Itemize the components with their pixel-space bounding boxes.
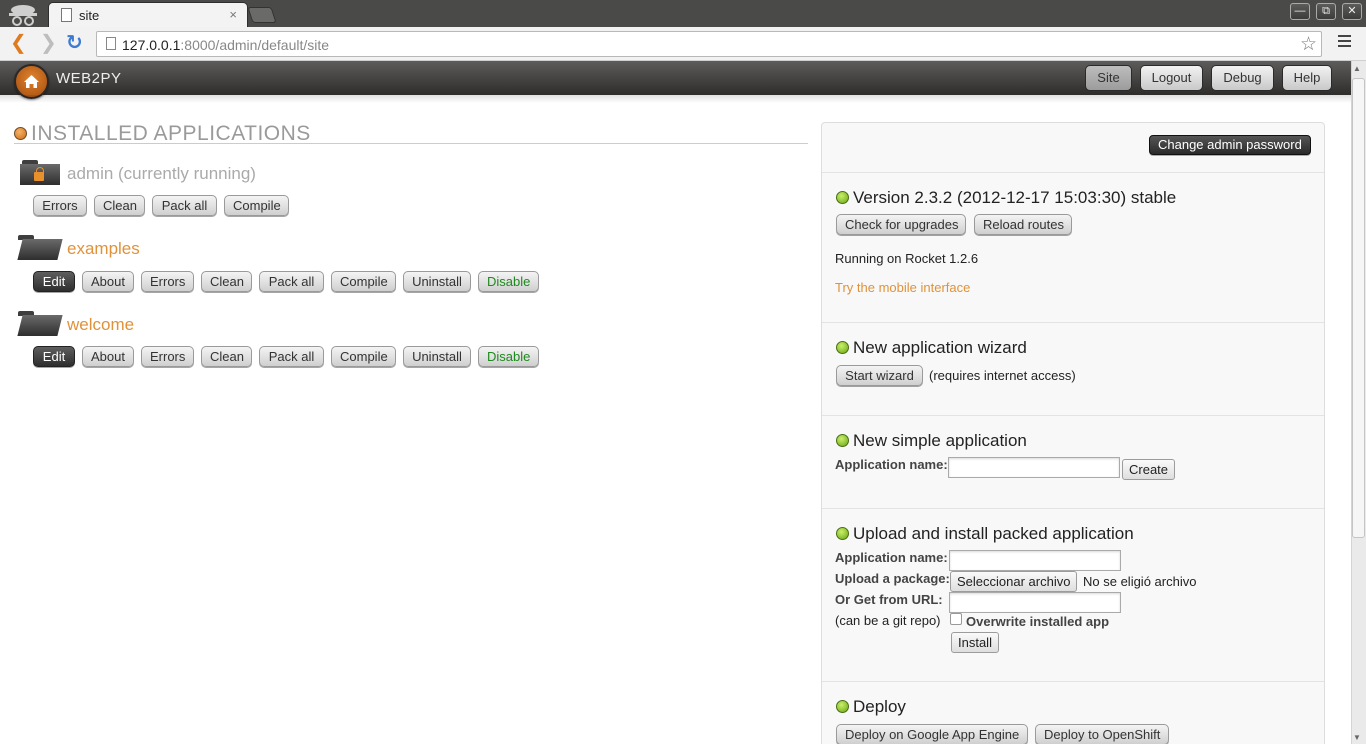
back-arrow-icon[interactable]: ❮: [10, 32, 27, 54]
create-button[interactable]: Create: [1122, 459, 1176, 480]
scroll-down-icon[interactable]: ▼: [1353, 733, 1361, 742]
orange-bullet-icon: [14, 127, 27, 140]
running-on-text: Running on Rocket 1.2.6: [835, 251, 979, 266]
close-window-button[interactable]: ✕: [1342, 3, 1362, 20]
forward-arrow-icon[interactable]: ❯: [40, 32, 57, 54]
tab-title: site: [79, 8, 100, 23]
nav-help-button[interactable]: Help: [1282, 65, 1332, 91]
welcome-compile-button[interactable]: Compile: [331, 346, 396, 367]
reload-routes-button[interactable]: Reload routes: [974, 214, 1072, 235]
new-tab-button[interactable]: [247, 7, 277, 23]
web2py-header: WEB2PY Site Logout Debug Help: [0, 61, 1351, 103]
minimize-button[interactable]: —: [1290, 3, 1310, 20]
get-from-url-input[interactable]: [949, 592, 1121, 613]
panel-divider: [822, 415, 1324, 416]
admin-errors-button[interactable]: Errors: [33, 195, 87, 216]
upload-package-label: Upload a package:: [835, 571, 950, 586]
welcome-disable-button[interactable]: Disable: [478, 346, 539, 367]
page-icon: [61, 8, 72, 22]
panel-divider: [822, 508, 1324, 509]
examples-errors-button[interactable]: Errors: [141, 271, 194, 292]
wizard-note: (requires internet access): [929, 368, 1076, 383]
green-bullet-icon: [836, 191, 849, 204]
upload-app-name-input[interactable]: [949, 550, 1121, 571]
page-icon: [106, 37, 116, 50]
green-bullet-icon: [836, 434, 849, 447]
examples-uninstall-button[interactable]: Uninstall: [403, 271, 471, 292]
simple-app-heading: New simple application: [853, 431, 1027, 450]
bookmark-star-icon[interactable]: ☆: [1300, 33, 1317, 56]
overwrite-label: Overwrite installed app: [966, 614, 1110, 629]
scroll-up-icon[interactable]: ▲: [1353, 64, 1361, 73]
url-text: 127.0.0.1:8000/admin/default/site: [122, 37, 330, 53]
browser-toolbar: ❮ ❯ ↻ 127.0.0.1:8000/admin/default/site …: [0, 27, 1366, 61]
admin-compile-button[interactable]: Compile: [224, 195, 289, 216]
address-bar[interactable]: 127.0.0.1:8000/admin/default/site ☆: [96, 31, 1322, 57]
reload-icon[interactable]: ↻: [66, 32, 83, 54]
check-for-upgrades-button[interactable]: Check for upgrades: [836, 214, 966, 235]
upload-app-name-label: Application name:: [835, 550, 948, 565]
mobile-interface-link[interactable]: Try the mobile interface: [835, 280, 970, 295]
version-heading: Version 2.3.2 (2012-12-17 15:03:30) stab…: [853, 188, 1177, 207]
panel-divider: [822, 172, 1324, 173]
browser-tabstrip: site × — ⧉ ✕: [0, 0, 1366, 27]
overwrite-checkbox[interactable]: [950, 613, 962, 625]
green-bullet-icon: [836, 527, 849, 540]
web2py-logo: WEB2PY: [56, 70, 122, 87]
admin-clean-button[interactable]: Clean: [94, 195, 145, 216]
welcome-errors-button[interactable]: Errors: [141, 346, 194, 367]
browser-tab-site[interactable]: site ×: [48, 2, 248, 27]
welcome-edit-button[interactable]: Edit: [33, 346, 75, 367]
open-folder-icon: [16, 235, 63, 261]
tab-close-icon[interactable]: ×: [229, 7, 237, 22]
get-from-url-label: Or Get from URL:: [835, 592, 943, 607]
home-button[interactable]: [14, 64, 49, 99]
green-bullet-icon: [836, 700, 849, 713]
installed-applications-heading: INSTALLED APPLICATIONS: [14, 122, 808, 145]
welcome-clean-button[interactable]: Clean: [201, 346, 252, 367]
open-folder-icon: [16, 311, 63, 337]
start-wizard-button[interactable]: Start wizard: [836, 365, 923, 386]
incognito-icon: [9, 5, 37, 26]
file-status-text: No se eligió archivo: [1083, 574, 1197, 589]
change-admin-password-button[interactable]: Change admin password: [1149, 135, 1311, 155]
examples-about-button[interactable]: About: [82, 271, 134, 292]
examples-clean-button[interactable]: Clean: [201, 271, 252, 292]
maximize-button[interactable]: ⧉: [1316, 3, 1336, 20]
locked-folder-icon: [20, 160, 62, 186]
examples-pack-all-button[interactable]: Pack all: [259, 271, 324, 292]
simple-app-name-input[interactable]: [948, 457, 1120, 478]
app-name-welcome[interactable]: welcome: [67, 315, 134, 335]
examples-compile-button[interactable]: Compile: [331, 271, 396, 292]
nav-debug-button[interactable]: Debug: [1211, 65, 1274, 91]
deploy-gae-button[interactable]: Deploy on Google App Engine: [836, 724, 1028, 744]
examples-disable-button[interactable]: Disable: [478, 271, 539, 292]
scrollbar-thumb[interactable]: [1352, 78, 1365, 538]
welcome-about-button[interactable]: About: [82, 346, 134, 367]
choose-file-button[interactable]: Seleccionar archivo: [950, 571, 1078, 592]
wizard-heading: New application wizard: [853, 338, 1027, 357]
deploy-openshift-button[interactable]: Deploy to OpenShift: [1035, 724, 1169, 744]
welcome-uninstall-button[interactable]: Uninstall: [403, 346, 471, 367]
nav-logout-button[interactable]: Logout: [1140, 65, 1203, 91]
app-name-examples[interactable]: examples: [67, 239, 140, 259]
install-button[interactable]: Install: [951, 632, 999, 653]
panel-divider: [822, 322, 1324, 323]
panel-divider: [822, 681, 1324, 682]
app-name-admin: admin (currently running): [67, 164, 256, 183]
admin-pack-all-button[interactable]: Pack all: [152, 195, 217, 216]
nav-site-button[interactable]: Site: [1085, 65, 1132, 91]
green-bullet-icon: [836, 341, 849, 354]
examples-edit-button[interactable]: Edit: [33, 271, 75, 292]
lock-icon: [34, 167, 44, 181]
upload-heading: Upload and install packed application: [853, 524, 1134, 543]
home-icon: [24, 75, 39, 88]
git-repo-note: (can be a git repo): [835, 613, 941, 628]
browser-menu-icon[interactable]: [1338, 35, 1351, 50]
simple-app-name-label: Application name:: [835, 457, 948, 472]
deploy-heading: Deploy: [853, 697, 906, 716]
welcome-pack-all-button[interactable]: Pack all: [259, 346, 324, 367]
